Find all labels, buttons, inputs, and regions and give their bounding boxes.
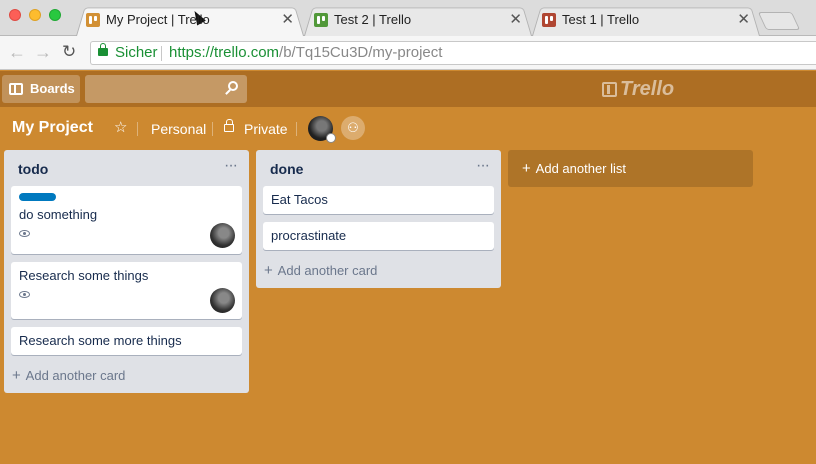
list-title[interactable]: todo xyxy=(18,161,48,177)
admin-badge-icon xyxy=(326,133,336,143)
card-title: procrastinate xyxy=(271,228,347,243)
close-window-button[interactable] xyxy=(9,9,21,21)
new-tab-button[interactable] xyxy=(757,12,801,30)
star-icon[interactable]: ☆ xyxy=(114,118,127,136)
card-title: Research some things xyxy=(19,268,149,283)
add-card-label: Add another card xyxy=(25,368,126,383)
plus-icon: + xyxy=(12,367,21,384)
browser-tab-bar: My Project | Trello ✕ Test 2 | Trello ✕ … xyxy=(0,0,816,36)
list-done: done ··· Eat Tacos procrastinate + Add a… xyxy=(256,150,501,288)
browser-tab-my-project[interactable]: My Project | Trello ✕ xyxy=(76,5,304,36)
board-title[interactable]: My Project xyxy=(12,119,93,137)
minimize-window-button[interactable] xyxy=(29,9,41,21)
list-todo: todo ··· do something Research some thin… xyxy=(4,150,249,393)
browser-tab-test-2[interactable]: Test 2 | Trello ✕ xyxy=(304,5,532,36)
boards-icon xyxy=(9,83,23,95)
tab-title: Test 1 | Trello xyxy=(562,12,640,27)
list-menu-icon[interactable]: ··· xyxy=(224,157,238,175)
trello-favicon-icon xyxy=(542,13,556,27)
divider xyxy=(212,122,213,136)
close-tab-icon[interactable]: ✕ xyxy=(737,5,750,34)
reload-icon[interactable]: ↻ xyxy=(62,42,76,62)
card-title: Research some more things xyxy=(19,333,182,348)
avatar[interactable] xyxy=(210,223,235,248)
search-icon[interactable] xyxy=(228,81,238,91)
zoom-window-button[interactable] xyxy=(49,9,61,21)
trello-logo[interactable]: Trello xyxy=(602,78,674,101)
card-title: do something xyxy=(19,207,98,222)
tab-title: Test 2 | Trello xyxy=(334,12,412,27)
avatar[interactable] xyxy=(308,116,336,143)
url-path: /b/Tq15Cu3D/my-project xyxy=(279,44,443,61)
address-divider xyxy=(161,46,162,61)
forward-icon[interactable]: → xyxy=(34,42,52,63)
card-title: Eat Tacos xyxy=(271,192,328,207)
trello-logo-icon xyxy=(602,82,617,97)
trello-header: Boards Trello xyxy=(0,71,816,107)
card[interactable]: do something xyxy=(11,186,242,254)
trello-favicon-icon xyxy=(314,13,328,27)
divider xyxy=(296,122,297,136)
list-header: todo ··· xyxy=(4,150,249,186)
card[interactable]: Research some more things xyxy=(11,327,242,355)
card[interactable]: procrastinate xyxy=(263,222,494,250)
boards-button[interactable]: Boards xyxy=(2,75,80,103)
add-card-button[interactable]: + Add another card xyxy=(4,363,249,393)
invite-member-button[interactable]: ⚇ xyxy=(341,116,365,140)
avatar[interactable] xyxy=(210,288,235,313)
plus-icon: + xyxy=(264,262,273,279)
add-list-label: Add another list xyxy=(535,161,627,176)
list-title[interactable]: done xyxy=(270,161,303,177)
lock-icon[interactable] xyxy=(224,119,234,132)
list-menu-icon[interactable]: ··· xyxy=(476,157,490,175)
card[interactable]: Eat Tacos xyxy=(263,186,494,214)
back-icon[interactable]: ← xyxy=(8,42,26,63)
address-bar[interactable]: Sicher https://trello.com/b/Tq15Cu3D/my-… xyxy=(90,41,816,65)
card[interactable]: Research some things xyxy=(11,262,242,319)
add-card-label: Add another card xyxy=(277,263,378,278)
browser-tab-test-1[interactable]: Test 1 | Trello ✕ xyxy=(532,5,760,36)
search-input[interactable] xyxy=(85,75,247,103)
url-host: https://trello.com xyxy=(169,44,280,61)
boards-label: Boards xyxy=(30,81,75,96)
team-button[interactable]: Personal xyxy=(151,121,206,137)
privacy-button[interactable]: Private xyxy=(244,121,288,137)
close-tab-icon[interactable]: ✕ xyxy=(509,5,522,34)
divider xyxy=(137,122,138,136)
card-label xyxy=(19,193,56,201)
plus-icon: + xyxy=(522,160,531,177)
eye-icon xyxy=(19,230,30,237)
secure-label: Sicher xyxy=(115,44,158,61)
url-text: https://trello.com/b/Tq15Cu3D/my-project xyxy=(169,42,442,64)
add-list-button[interactable]: + Add another list xyxy=(508,150,753,187)
logo-text: Trello xyxy=(620,78,675,100)
browser-toolbar: ← → ↻ Sicher https://trello.com/b/Tq15Cu… xyxy=(0,36,816,70)
close-tab-icon[interactable]: ✕ xyxy=(281,5,294,34)
trello-favicon-icon xyxy=(86,13,100,27)
tab-title: My Project | Trello xyxy=(106,12,210,27)
list-header: done ··· xyxy=(256,150,501,186)
lock-icon xyxy=(98,43,108,56)
add-card-button[interactable]: + Add another card xyxy=(256,258,501,288)
eye-icon xyxy=(19,291,30,298)
